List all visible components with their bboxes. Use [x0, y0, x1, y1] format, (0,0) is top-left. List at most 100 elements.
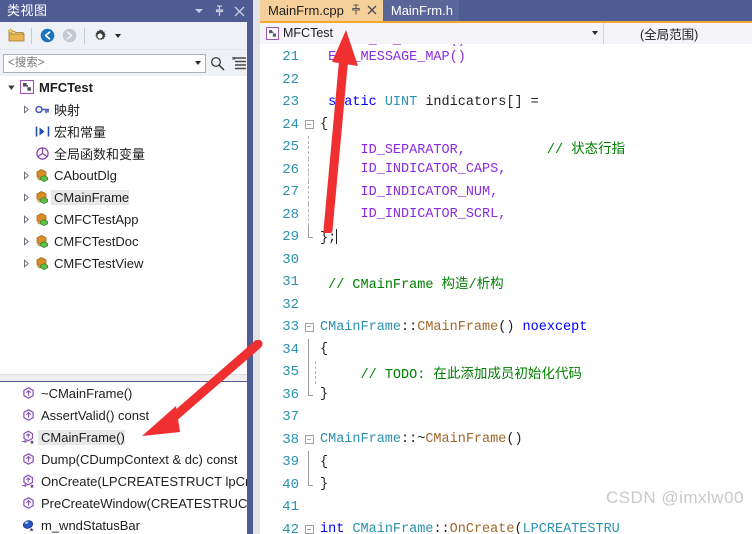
tree-item[interactable]: 映射: [0, 98, 253, 120]
code-line[interactable]: 30: [260, 249, 752, 272]
fold-collapse-icon[interactable]: −: [302, 316, 316, 339]
code-line[interactable]: 34 {: [260, 338, 752, 361]
fold-guide: [302, 473, 316, 497]
line-number: 36: [282, 386, 299, 403]
code-line[interactable]: 32: [260, 294, 752, 317]
code-line[interactable]: 29};: [260, 226, 752, 249]
tab-pin-icon[interactable]: [351, 4, 361, 17]
scope-member-dropdown[interactable]: (全局范围): [604, 22, 752, 44]
chevron-right-icon[interactable]: [19, 208, 33, 230]
method-icon: [18, 382, 38, 404]
member-list-item[interactable]: CMainFrame(): [0, 426, 253, 448]
forward-icon: [58, 25, 80, 47]
line-number: 26: [282, 161, 299, 178]
chevron-right-icon[interactable]: [19, 252, 33, 274]
tree-item[interactable]: CMFCTestView: [0, 252, 253, 274]
code-text: END_MESSAGE_MAP(): [328, 49, 466, 65]
member-list-item[interactable]: OnCreate(LPCREATESTRUCT lpCreat: [0, 470, 253, 492]
tree-item[interactable]: CMFCTestApp: [0, 208, 253, 230]
fold-collapse-icon[interactable]: −: [302, 114, 316, 137]
code-text: ID_SEPARATOR, // 状态行指: [360, 142, 626, 158]
line-number: 31: [282, 274, 299, 291]
code-line[interactable]: 42− int CMainFrame::OnCreate(LPCREATESTRU: [260, 519, 752, 534]
chevron-right-icon[interactable]: [19, 186, 33, 208]
editor-tab-label: MainFrm.h: [390, 3, 453, 18]
code-editor[interactable]: 20 ON_WM_CREATE()21 END_MESSAGE_MAP()222…: [260, 44, 752, 534]
code-line[interactable]: 22: [260, 69, 752, 92]
editor-tab[interactable]: MainFrm.cpp: [260, 0, 383, 21]
settings-gear-icon[interactable]: [89, 25, 111, 47]
line-number: 24: [282, 116, 299, 133]
method-icon: [18, 492, 38, 514]
line-number: 32: [282, 296, 299, 313]
code-line[interactable]: 27 ID_INDICATOR_NUM,: [260, 181, 752, 204]
member-list[interactable]: ~CMainFrame() AssertValid() const CMainFra…: [0, 382, 253, 534]
tree-item[interactable]: 全局函数和变量: [0, 142, 253, 164]
class-view-panel: 类视图 <搜索> MFCTest 映射 宏和常量 全局函数和变量 CAboutD…: [0, 0, 253, 534]
member-list-item[interactable]: AssertValid() const: [0, 404, 253, 426]
member-list-item[interactable]: PreCreateWindow(CREATESTRUCT &: [0, 492, 253, 514]
chevron-right-icon[interactable]: [19, 164, 33, 186]
code-line[interactable]: 21 END_MESSAGE_MAP(): [260, 46, 752, 69]
class-icon: [33, 252, 51, 274]
editor-pane: MainFrm.cpp MainFrm.h MFCTest (全局范围) 20 O…: [260, 0, 752, 534]
fold-guide: [302, 69, 316, 92]
tree-item[interactable]: CAboutDlg: [0, 164, 253, 186]
code-line[interactable]: 37: [260, 406, 752, 429]
code-line[interactable]: 33− CMainFrame::CMainFrame() noexcept: [260, 316, 752, 339]
field-protected-icon: [18, 514, 38, 534]
chevron-down-icon[interactable]: [4, 76, 18, 98]
method-icon: [18, 448, 38, 470]
member-list-item-label: Dump(CDumpContext & dc) const: [41, 451, 238, 467]
code-text: // CMainFrame 构造/析构: [328, 277, 504, 293]
member-list-item[interactable]: m_wndStatusBar: [0, 514, 253, 534]
watermark: CSDN @imxlw00: [605, 488, 744, 507]
line-number: 23: [282, 94, 299, 111]
fold-guide: [302, 203, 316, 226]
new-folder-icon[interactable]: [5, 25, 27, 47]
code-text: CMainFrame::CMainFrame() noexcept: [320, 319, 588, 335]
code-line[interactable]: 23 static UINT indicators[] =: [260, 91, 752, 114]
code-line[interactable]: 31 // CMainFrame 构造/析构: [260, 271, 752, 294]
settings-dropdown-icon[interactable]: [111, 25, 124, 47]
search-input[interactable]: [4, 54, 191, 72]
tree-item[interactable]: MFCTest: [0, 76, 253, 98]
code-line[interactable]: 35 // TODO: 在此添加成员初始化代码: [260, 361, 752, 384]
member-list-item[interactable]: Dump(CDumpContext & dc) const: [0, 448, 253, 470]
close-icon[interactable]: [229, 1, 249, 21]
code-line[interactable]: 36}: [260, 383, 752, 407]
search-dropdown-icon[interactable]: [191, 55, 205, 72]
line-number: 33: [282, 319, 299, 336]
tree-item[interactable]: CMainFrame: [0, 186, 253, 208]
chevron-right-icon[interactable]: [19, 230, 33, 252]
chevron-right-icon[interactable]: [19, 98, 33, 120]
chevron-down-icon[interactable]: [587, 23, 603, 44]
fold-collapse-icon[interactable]: −: [302, 519, 316, 534]
class-tree[interactable]: MFCTest 映射 宏和常量 全局函数和变量 CAboutDlg CMainFrame C…: [0, 76, 253, 374]
member-list-item[interactable]: ~CMainFrame(): [0, 382, 253, 404]
code-line[interactable]: 28 ID_INDICATOR_SCRL,: [260, 203, 752, 226]
code-line[interactable]: 26 ID_INDICATOR_CAPS,: [260, 158, 752, 181]
fold-guide: [302, 496, 316, 519]
method-icon: [18, 404, 38, 426]
code-line[interactable]: 39 {: [260, 451, 752, 474]
chevron-down-icon[interactable]: [189, 1, 209, 21]
code-line[interactable]: 25 ID_SEPARATOR, // 状态行指: [260, 136, 752, 159]
page-title: 类视图: [7, 3, 48, 18]
search-icon[interactable]: [206, 52, 228, 74]
code-line[interactable]: 24−{: [260, 114, 752, 137]
fold-collapse-icon[interactable]: −: [302, 429, 316, 452]
editor-tab[interactable]: MainFrm.h: [382, 0, 459, 21]
panel-splitter[interactable]: [0, 374, 253, 382]
search-box[interactable]: [3, 53, 206, 73]
class-icon: [33, 230, 51, 252]
class-icon: [33, 186, 51, 208]
tree-item[interactable]: 宏和常量: [0, 120, 253, 142]
back-icon[interactable]: [36, 25, 58, 47]
tab-close-icon[interactable]: [367, 4, 377, 17]
code-text: CMainFrame::~CMainFrame(): [320, 432, 523, 448]
pin-icon[interactable]: [209, 1, 229, 21]
code-line[interactable]: 38− CMainFrame::~CMainFrame(): [260, 429, 752, 452]
scope-project-dropdown[interactable]: MFCTest: [260, 22, 604, 44]
tree-item[interactable]: CMFCTestDoc: [0, 230, 253, 252]
